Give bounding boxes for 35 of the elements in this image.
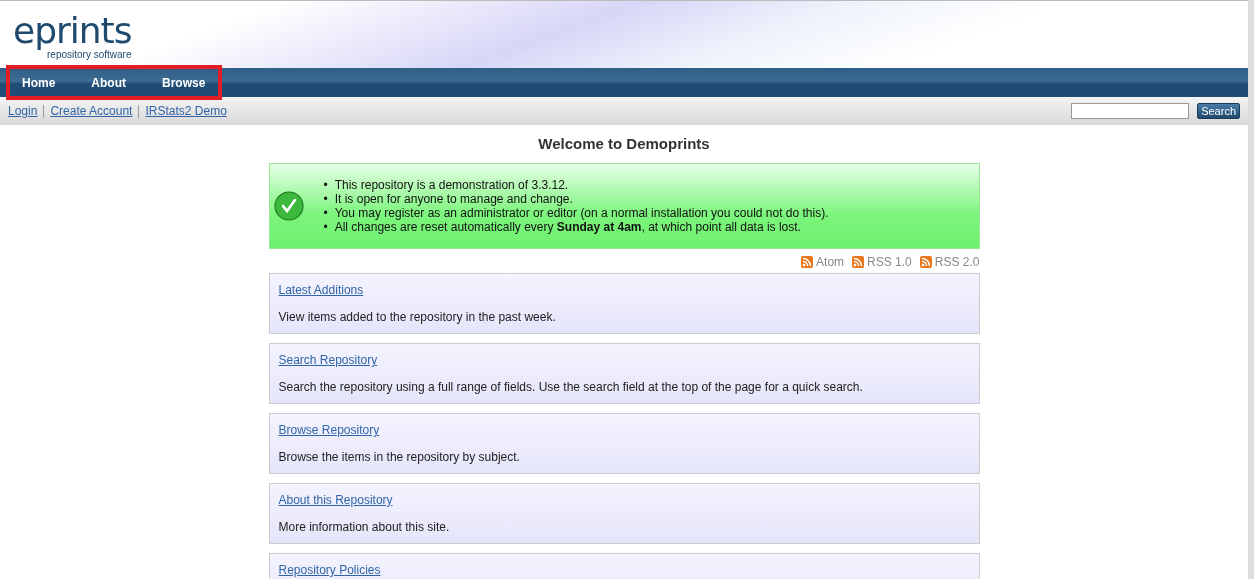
logo-wordmark[interactable]: eprints: [13, 13, 132, 49]
section-link[interactable]: Search Repository: [278, 353, 378, 367]
bullet: •: [323, 206, 328, 220]
nav-link[interactable]: Home: [7, 75, 70, 90]
section-link[interactable]: Browse Repository: [278, 423, 380, 437]
feed-link[interactable]: RSS 1.0: [852, 255, 912, 269]
search-button[interactable]: Search: [1197, 103, 1240, 119]
nav-link[interactable]: Browse: [147, 75, 220, 90]
rss-icon: [852, 256, 865, 268]
section-description: Search the repository using a full range of fields. Use the search field at the top of the page for a quick search.: [278, 380, 864, 394]
page-title: Welcome to Demoprints: [537, 135, 711, 153]
logo-tagline: repository software: [47, 49, 132, 61]
bullet: •: [323, 192, 328, 206]
rss-icon: [801, 256, 814, 268]
user-link[interactable]: Login: [8, 104, 38, 118]
feed-link[interactable]: RSS 2.0: [919, 255, 980, 269]
section-link[interactable]: About this Repository: [278, 493, 393, 507]
bullet: •: [323, 178, 328, 192]
user-link[interactable]: Create Account: [50, 104, 133, 118]
nav-link[interactable]: About: [76, 75, 140, 90]
notice-item: It is open for anyone to manage and change.: [334, 192, 573, 206]
notice-item: This repository is a demonstration of 3.3.12.: [334, 178, 569, 192]
feed-link[interactable]: Atom: [801, 255, 845, 269]
bullet: •: [323, 220, 328, 234]
section-link[interactable]: Repository Policies: [278, 563, 381, 577]
notice-item: You may register as an administrator or editor (on a normal installation you could not do this).: [334, 206, 829, 220]
section-description: Browse the items in the repository by subject.: [278, 450, 521, 464]
notice-item: All changes are reset automatically every Sunday at 4am, at which point all data is lost.: [334, 220, 801, 234]
section-link[interactable]: Latest Additions: [278, 283, 364, 297]
section-description: View items added to the repository in the past week.: [278, 310, 557, 324]
section-description: More information about this site.: [278, 520, 451, 534]
check-icon: [273, 191, 304, 221]
search-field[interactable]: [1071, 103, 1190, 119]
user-link[interactable]: IRStats2 Demo: [145, 104, 227, 118]
rss-icon: [919, 256, 932, 268]
